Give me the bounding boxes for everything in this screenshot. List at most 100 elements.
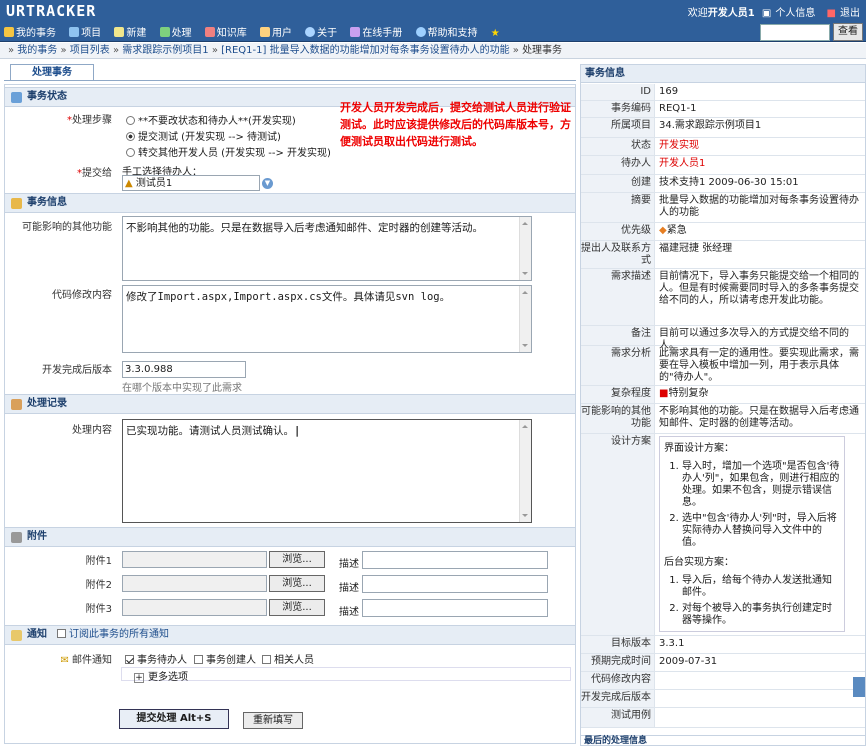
desc1-label: 描述 [339,559,359,570]
paperclip-icon [11,532,22,543]
desc3-label: 描述 [339,607,359,618]
user-area: 欢迎开发人员1 ▣ 个人信息 ■ 退出 [684,4,860,19]
impact-textarea[interactable]: 不影响其他的功能。只是在数据导入后考虑通知邮件、定时器的创建等活动。 [122,216,532,281]
info-row-target-version: 目标版本 3.3.1 [581,636,865,654]
nav-new[interactable]: 新建 [114,24,151,39]
assignee-field[interactable]: ▲ 测试员1 [122,175,260,191]
desc1-input[interactable] [362,551,548,569]
search-button[interactable]: 查看 [833,23,863,41]
desc2-input[interactable] [362,575,548,593]
scrollbar[interactable] [519,286,531,352]
info-row-project: 所属项目 34.需求跟踪示例项目1 [581,118,865,138]
submit-to-label: *提交给 [77,168,112,179]
nav-help[interactable]: 帮助和支持 [415,24,483,39]
checkbox-creator[interactable] [194,655,203,664]
pencil-icon [11,198,22,209]
radio-submit-test[interactable] [126,132,135,141]
step-option-1[interactable]: **不要改状态和待办人**(开发实现) [126,112,296,127]
mail-icon: ✉ [60,655,72,666]
info-row-summary: 摘要 批量导入数据的功能增加对每条事务设置待办人的功能 [581,193,865,223]
code-textarea[interactable]: 修改了Import.aspx,Import.aspx.cs文件。具体请见svn … [122,285,532,353]
info-row-impact: 可能影响的其他功能 不影响其他的功能。只是在数据导入后考虑通知邮件、定时器的创建等… [581,404,865,434]
house-icon [4,27,14,37]
attach1-label: 附件1 [85,556,112,567]
impact-label: 可能影响的其他功能 [22,222,112,233]
content-textarea[interactable]: 已实现功能。请测试人员测试确认。| [122,419,532,523]
nav-my-tasks[interactable]: 我的事务 [4,24,61,39]
step-option-2[interactable]: 提交测试 (开发实现 --> 待测试) [126,128,281,143]
notify-assignee[interactable]: 事务待办人 [125,651,187,666]
manual-icon [350,27,361,37]
notify-related[interactable]: 相关人员 [262,651,314,666]
notify-creator[interactable]: 事务创建人 [194,651,256,666]
mail-icon [11,630,22,641]
crumb-projects[interactable]: 项目列表 [70,45,110,56]
info-panel-title: 事务信息 [581,65,865,83]
info-icon [305,27,316,37]
attach2-label: 附件2 [85,580,112,591]
mail-label: ✉ 邮件通知 [60,655,112,666]
info-row-id: ID 169 [581,84,865,101]
chevron-down-icon[interactable]: ▼ [262,178,273,189]
nav-manual[interactable]: 在线手册 [350,24,407,39]
attach3-input[interactable] [122,599,267,616]
checkbox-related[interactable] [262,655,271,664]
status-icon [11,92,22,103]
desc3-input[interactable] [362,599,548,617]
browse3-button[interactable]: 浏览... [269,599,325,616]
subscribe-checkbox[interactable] [57,629,66,638]
logout-link[interactable]: ■ 退出 [823,4,860,19]
radio-keep[interactable] [126,116,135,125]
new-icon [114,27,125,37]
search-input[interactable] [760,24,830,41]
reset-button[interactable]: 重新填写 [243,712,303,729]
info-row-code: 事务编码 REQ1-1 [581,101,865,118]
crumb-task[interactable]: [REQ1-1] 批量导入数据的功能增加对每条事务设置待办人的功能 [221,45,509,56]
submit-button[interactable]: 提交处理 Alt+S [119,709,229,729]
nav-process[interactable]: 处理 [159,24,197,39]
current-user: 开发人员1 [707,8,755,19]
info-panel: 事务信息 ID 169 事务编码 REQ1-1 所属项目 34.需求跟踪示例项目1 状… [580,64,866,746]
crumb-current: 处理事务 [522,45,563,56]
info-row-remark: 备注 目前可以通过多次导入的方式提交给不同的人。 [581,326,865,351]
record-icon [11,399,22,410]
last-record-title: 最后的处理信息 [580,735,866,746]
desc2-label: 描述 [339,583,359,594]
info-row-description: 需求描述 目前情况下，导入事务只能提交给一个相同的人。但是有时候需要同时导入的多条… [581,269,865,326]
checkbox-assignee[interactable] [125,655,134,664]
browse2-button[interactable]: 浏览... [269,575,325,592]
nav-knowledge[interactable]: 知识库 [204,24,252,39]
step-option-3[interactable]: 转交其他开发人员 (开发实现 --> 开发实现) [126,144,331,159]
design-content: 界面设计方案： 导入时，增加一个选项"是否包含'待办人'列"，如果包含，则进行相… [659,436,845,632]
attach2-input[interactable] [122,575,267,592]
scrollbar[interactable] [519,420,531,522]
info-row-complexity: 复杂程度 ■特别复杂 [581,386,865,404]
radio-transfer[interactable] [126,148,135,157]
nav-about[interactable]: 关于 [305,24,342,39]
attach1-input[interactable] [122,551,267,568]
nav-projects[interactable]: 项目 [69,24,106,39]
info-row-done-version: 开发完成后版本 [581,690,865,708]
section-notify: 通知 订阅此事务的所有通知 [5,625,575,645]
section-attach: 附件 [5,527,575,547]
crumb-my-tasks[interactable]: 我的事务 [17,45,57,56]
scrollbar[interactable] [519,217,531,280]
profile-link[interactable]: ▣ 个人信息 [762,4,815,19]
tab-process[interactable]: 处理事务 [10,64,94,81]
panel-scroll-handle[interactable] [853,677,865,697]
version-label: 开发完成后版本 [42,365,112,376]
expand-icon: + [134,673,144,683]
subscribe-option[interactable]: 订阅此事务的所有通知 [57,626,169,644]
annotation-note: 开发人员开发完成后，提交给测试人员进行验证测试。此时应该提供修改后的代码库版本号… [340,101,571,148]
crumb-project[interactable]: 需求跟踪示例项目1 [122,45,208,56]
help-icon [415,27,426,37]
version-input[interactable]: 3.3.0.988 [122,361,246,378]
more-options[interactable]: + 更多选项 [121,667,571,683]
info-row-priority: 优先级 ◆紧急 [581,223,865,241]
user-icon [259,27,270,37]
star-icon[interactable]: ★ [491,28,500,39]
nav-users[interactable]: 用户 [259,24,297,39]
main-nav: 我的事务 项目 新建 处理 知识库 用户 关于 在线手册 帮助和支持 ★ [4,24,505,39]
browse1-button[interactable]: 浏览... [269,551,325,568]
user-icon: ▲ [125,178,136,189]
